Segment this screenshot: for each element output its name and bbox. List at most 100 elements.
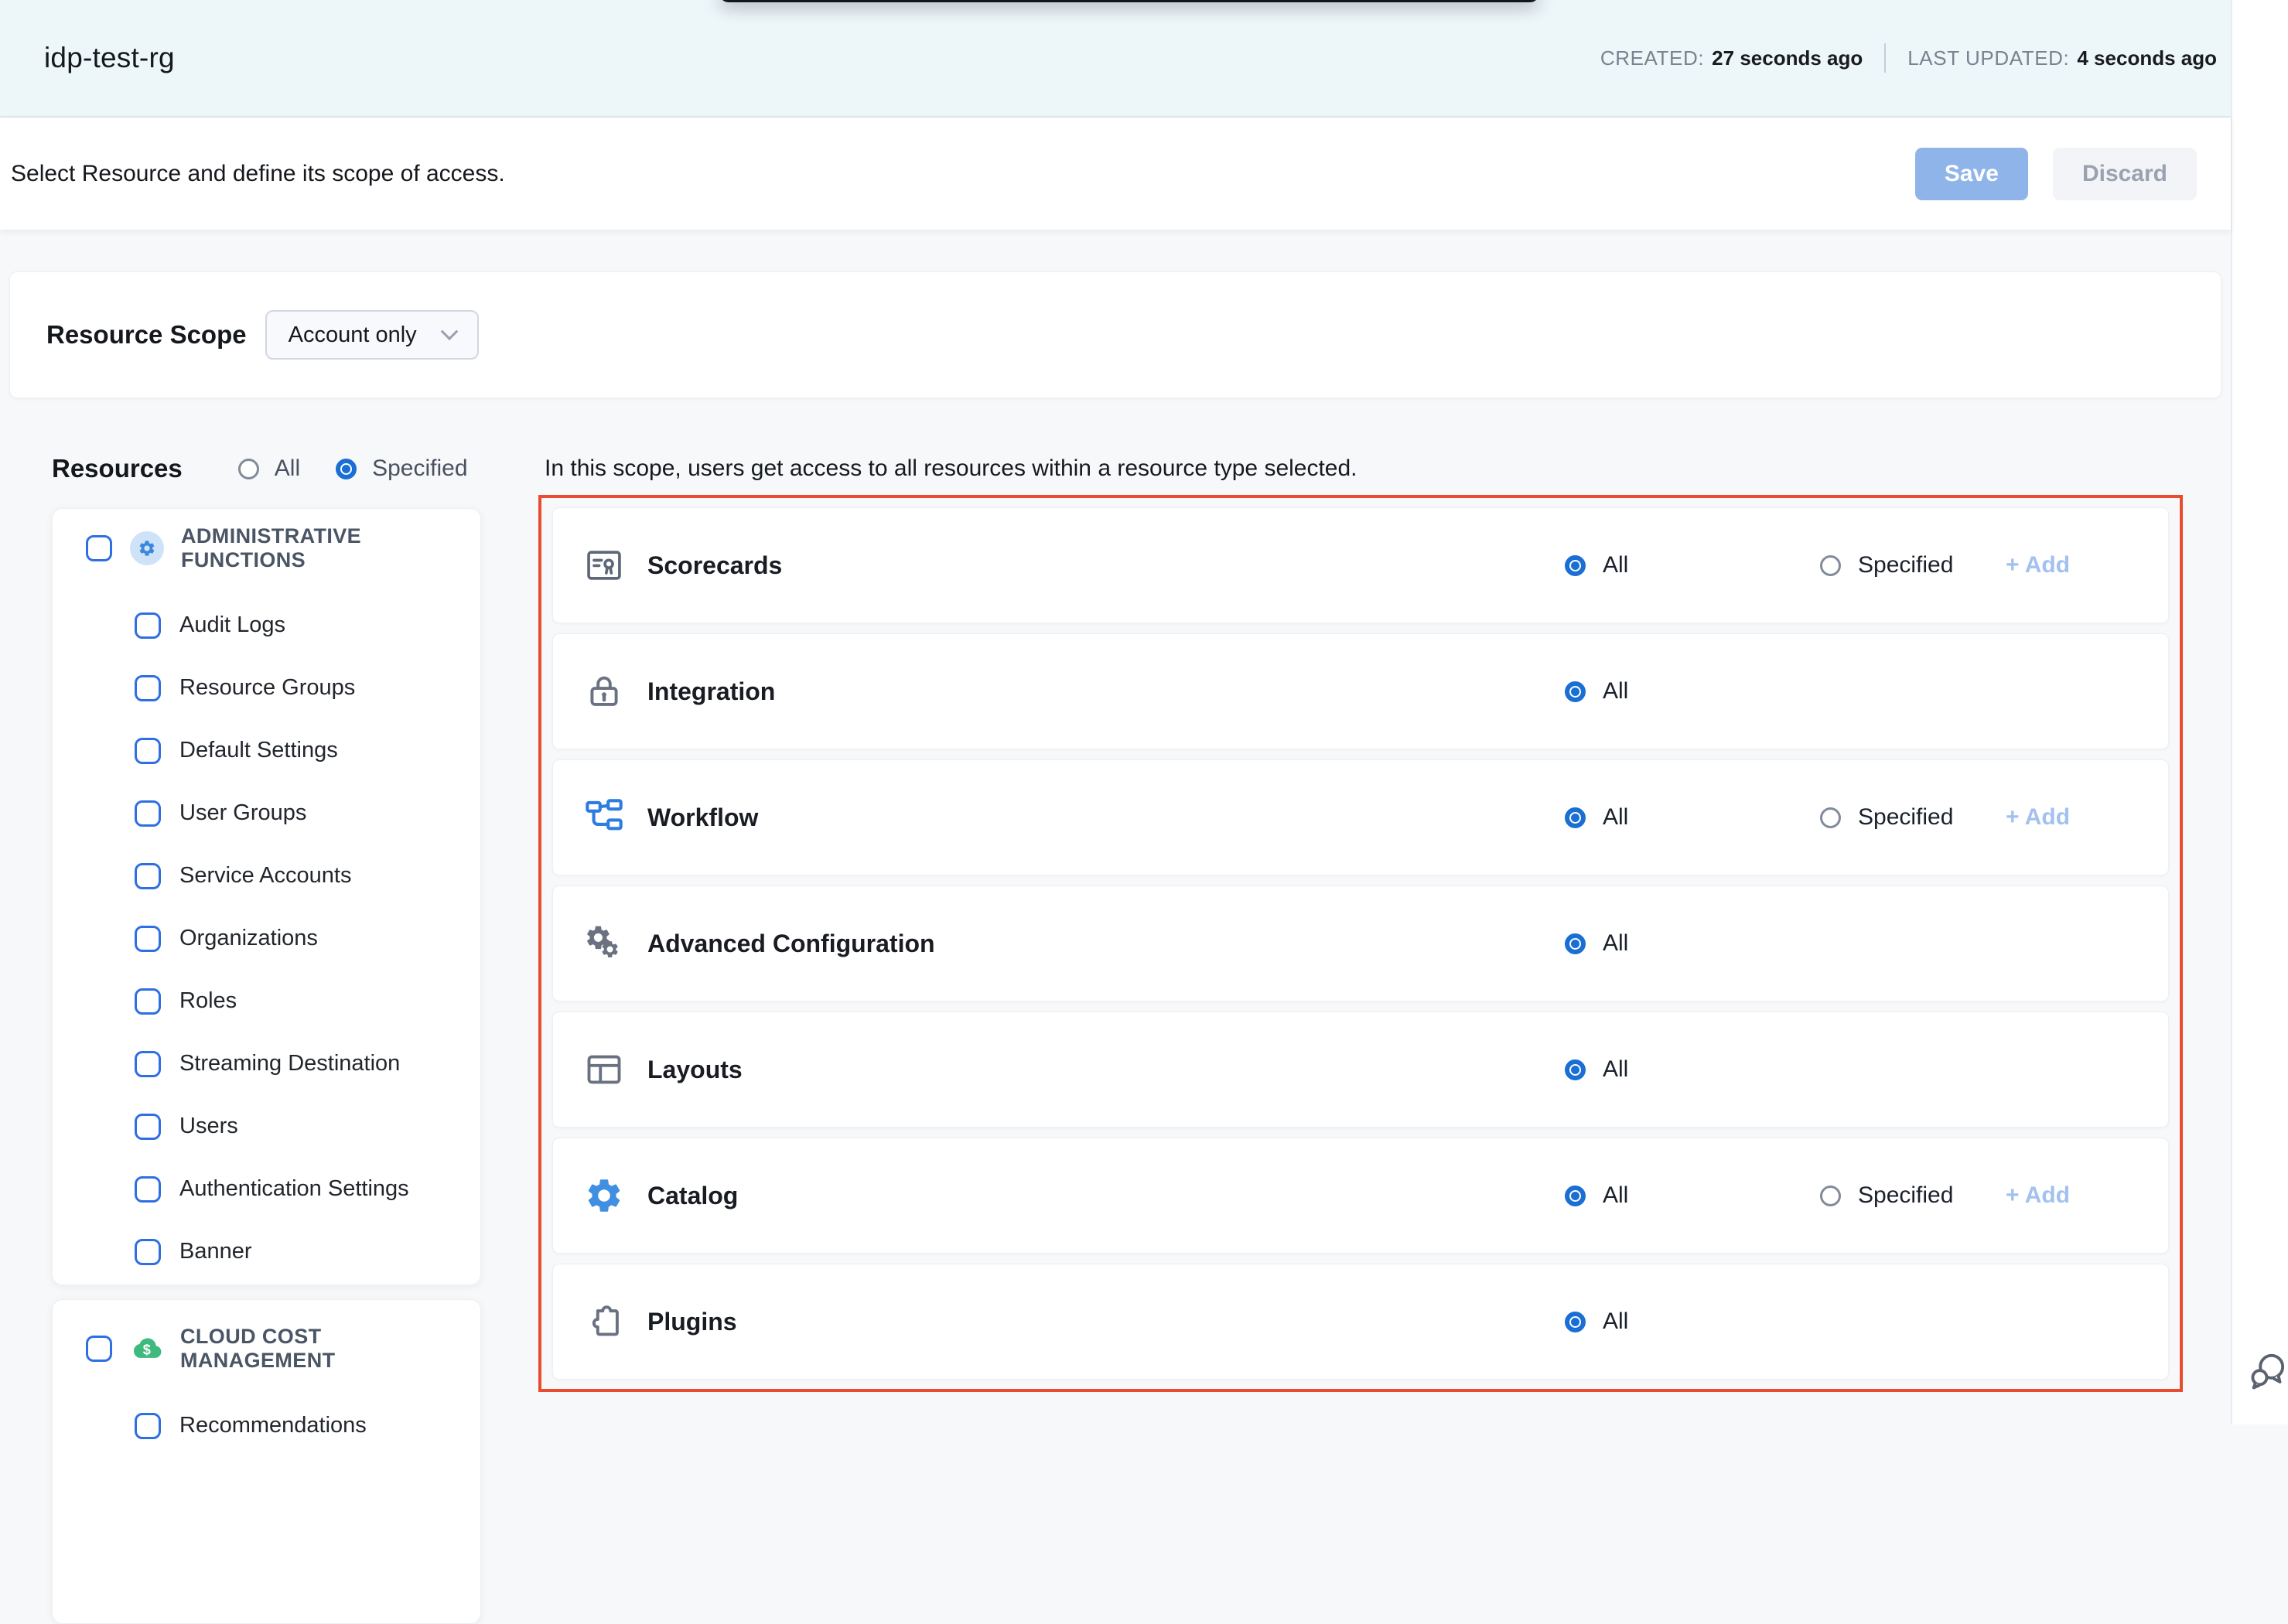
- gear-circle-icon: [130, 531, 164, 565]
- catalog-add[interactable]: + Add: [2006, 1182, 2129, 1209]
- chevron-down-icon: [440, 322, 458, 340]
- catalog-specified-option[interactable]: Specified: [1820, 1182, 2006, 1209]
- group-row-administrative-functions: ADMINISTRATIVE FUNCTIONS: [86, 531, 465, 566]
- catalog-all-option[interactable]: All: [1565, 1182, 1820, 1209]
- resource-row-scorecards: Scorecards All Specified + Add: [552, 507, 2169, 623]
- scope-note: In this scope, users get access to all r…: [545, 453, 2183, 484]
- specified-radio[interactable]: [1820, 807, 1841, 828]
- resource-row-advanced-configuration: Advanced Configuration All: [552, 885, 2169, 1001]
- resource-row-workflow: Workflow All Specified + Add: [552, 759, 2169, 875]
- resource-scope-card: Resource Scope Account only: [9, 271, 2221, 398]
- gears-icon: [584, 923, 624, 964]
- puzzle-icon: [584, 1302, 624, 1342]
- gear-icon: [584, 1175, 624, 1216]
- administrative-functions-checkbox[interactable]: [86, 535, 112, 561]
- tree-item-streaming-destination: Streaming Destination: [135, 1032, 465, 1095]
- access-column: In this scope, users get access to all r…: [538, 451, 2183, 1624]
- organizations-checkbox[interactable]: [135, 926, 161, 952]
- tree-item-users: Users: [135, 1095, 465, 1158]
- cloud-cost-management-checkbox[interactable]: [86, 1336, 112, 1362]
- lock-icon: [584, 671, 624, 711]
- resources-column: Resources All Specified: [52, 451, 481, 1624]
- toast-edge-shadow: [719, 0, 1539, 2]
- all-radio[interactable]: [238, 459, 259, 479]
- updated-value: 4 seconds ago: [2077, 46, 2217, 70]
- integration-all-option[interactable]: All: [1565, 678, 1820, 705]
- meta-divider: [1884, 43, 1886, 73]
- svg-text:$: $: [143, 1342, 151, 1357]
- created-value: 27 seconds ago: [1712, 46, 1863, 70]
- workflow-add[interactable]: + Add: [2006, 804, 2129, 831]
- streaming-destination-checkbox[interactable]: [135, 1051, 161, 1077]
- page-header: idp-test-rg CREATED: 27 seconds ago LAST…: [0, 0, 2231, 118]
- toolbar-description: Select Resource and define its scope of …: [11, 161, 505, 187]
- tree-item-service-accounts: Service Accounts: [135, 844, 465, 907]
- resources-mode-all[interactable]: All: [238, 455, 300, 482]
- resource-row-catalog: Catalog All Specified + Add: [552, 1138, 2169, 1254]
- app-window: idp-test-rg CREATED: 27 seconds ago LAST…: [0, 0, 2231, 1424]
- recommendations-checkbox[interactable]: [135, 1413, 161, 1439]
- save-button[interactable]: Save: [1915, 148, 2028, 200]
- resource-group-card-administrative: ADMINISTRATIVE FUNCTIONS Audit Logs Reso…: [52, 508, 481, 1285]
- resource-row-integration: Integration All: [552, 633, 2169, 749]
- workflow-all-option[interactable]: All: [1565, 804, 1820, 831]
- resources-title: Resources: [52, 454, 183, 483]
- all-radio[interactable]: [1565, 807, 1586, 828]
- all-radio[interactable]: [1565, 1059, 1586, 1080]
- add-link[interactable]: + Add: [2006, 552, 2070, 578]
- tree-item-default-settings: Default Settings: [135, 719, 465, 782]
- tree-item-user-groups: User Groups: [135, 782, 465, 844]
- tree-item-organizations: Organizations: [135, 907, 465, 970]
- users-checkbox[interactable]: [135, 1114, 161, 1140]
- workflow-icon: [584, 797, 624, 838]
- scorecards-add[interactable]: + Add: [2006, 552, 2129, 578]
- toolbar: Select Resource and define its scope of …: [0, 118, 2231, 230]
- all-radio[interactable]: [1565, 1186, 1586, 1206]
- resource-scope-value: Account only: [289, 322, 417, 348]
- resource-scope-label: Resource Scope: [46, 320, 247, 350]
- add-link[interactable]: + Add: [2006, 1182, 2070, 1209]
- updated-label: LAST UPDATED:: [1907, 46, 2069, 70]
- authentication-settings-checkbox[interactable]: [135, 1176, 161, 1203]
- specified-radio[interactable]: [1820, 1186, 1841, 1206]
- plugins-all-option[interactable]: All: [1565, 1308, 1820, 1335]
- all-radio[interactable]: [1565, 555, 1586, 576]
- resource-groups-checkbox[interactable]: [135, 675, 161, 701]
- resource-scope-dropdown[interactable]: Account only: [265, 310, 479, 360]
- audit-logs-checkbox[interactable]: [135, 612, 161, 639]
- discard-button[interactable]: Discard: [2053, 148, 2197, 200]
- workflow-specified-option[interactable]: Specified: [1820, 804, 2006, 831]
- user-groups-checkbox[interactable]: [135, 800, 161, 827]
- scorecards-specified-option[interactable]: Specified: [1820, 552, 2006, 578]
- specified-radio[interactable]: [336, 459, 357, 479]
- all-radio[interactable]: [1565, 1312, 1586, 1332]
- advanced-configuration-all-option[interactable]: All: [1565, 930, 1820, 957]
- add-link[interactable]: + Add: [2006, 804, 2070, 831]
- banner-checkbox[interactable]: [135, 1239, 161, 1265]
- tree-item-roles: Roles: [135, 970, 465, 1032]
- all-radio[interactable]: [1565, 933, 1586, 954]
- group-row-cloud-cost-management: $ CLOUD COST MANAGEMENT: [86, 1331, 465, 1366]
- tree-item-authentication-settings: Authentication Settings: [135, 1158, 465, 1220]
- service-accounts-checkbox[interactable]: [135, 863, 161, 889]
- resources-mode-specified[interactable]: Specified: [336, 455, 467, 482]
- tree-item-resource-groups: Resource Groups: [135, 657, 465, 719]
- resource-types-highlight-box: Scorecards All Specified + Add: [538, 495, 2183, 1392]
- tree-item-audit-logs: Audit Logs: [135, 594, 465, 657]
- tree-item-recommendations: Recommendations: [135, 1394, 465, 1457]
- specified-radio[interactable]: [1820, 555, 1841, 576]
- scorecards-all-option[interactable]: All: [1565, 552, 1820, 578]
- resource-row-layouts: Layouts All: [552, 1012, 2169, 1128]
- chat-bubbles-icon[interactable]: [2243, 1347, 2288, 1395]
- cloud-dollar-icon: $: [129, 1331, 165, 1366]
- roles-checkbox[interactable]: [135, 988, 161, 1015]
- header-meta: CREATED: 27 seconds ago LAST UPDATED: 4 …: [1600, 43, 2217, 73]
- resource-group-card-ccm: $ CLOUD COST MANAGEMENT Recommendations: [52, 1299, 481, 1624]
- layouts-all-option[interactable]: All: [1565, 1056, 1820, 1083]
- created-label: CREATED:: [1600, 46, 1704, 70]
- default-settings-checkbox[interactable]: [135, 738, 161, 764]
- resource-row-plugins: Plugins All: [552, 1264, 2169, 1380]
- resources-mode-radios: All Specified: [238, 455, 468, 482]
- all-radio[interactable]: [1565, 681, 1586, 702]
- page-title: idp-test-rg: [44, 42, 175, 74]
